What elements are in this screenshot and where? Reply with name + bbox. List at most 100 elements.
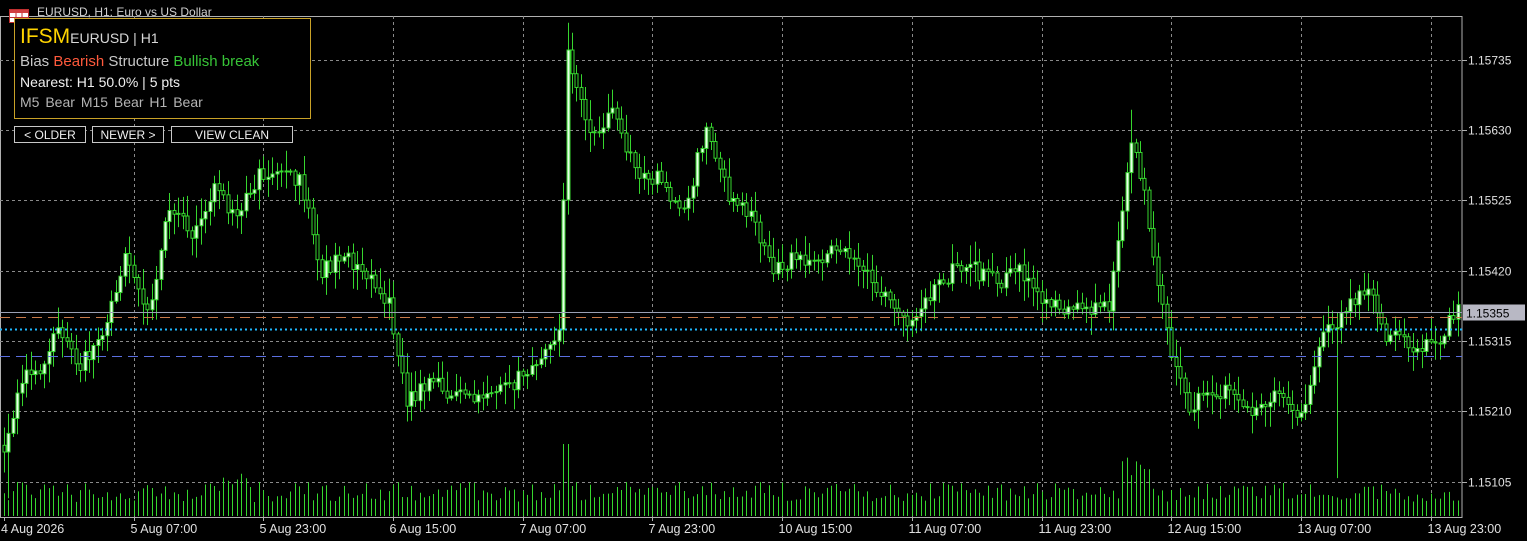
candle-body <box>1138 151 1143 179</box>
candle-body <box>825 253 830 264</box>
candle-body <box>1218 396 1223 400</box>
candle-body <box>1129 142 1134 174</box>
y-tick-label: 1.15315 <box>1468 335 1512 349</box>
candle-body <box>123 253 128 277</box>
candle-body <box>208 201 213 212</box>
candle-body <box>387 297 392 304</box>
candle-body <box>583 98 588 121</box>
candle-body <box>615 107 620 120</box>
candle-body <box>834 245 839 251</box>
candle-body <box>400 355 405 374</box>
nearest-level: Nearest: H1 50.0% | 5 pts <box>20 74 181 90</box>
window-title: EURUSD, H1: Euro vs US Dollar <box>37 5 212 19</box>
candle-body <box>516 370 521 391</box>
candle-body <box>673 200 678 203</box>
candle-body <box>964 266 969 272</box>
candle-body <box>1259 403 1264 409</box>
candle-body <box>297 174 302 186</box>
candle-body <box>244 192 249 212</box>
candle-body <box>727 176 732 202</box>
candle-body <box>74 348 79 365</box>
candle-body <box>642 172 647 179</box>
candle-body <box>928 297 933 302</box>
candle-body <box>409 391 414 407</box>
candle-body <box>163 221 168 251</box>
candle-body <box>382 293 387 304</box>
candle-body <box>454 391 459 397</box>
candle-body <box>293 170 298 186</box>
candle-body <box>601 127 606 134</box>
candle-body <box>485 393 490 399</box>
candle-body <box>458 389 463 393</box>
candle-body <box>1438 342 1443 345</box>
x-tick-label: 13 Aug 23:00 <box>1428 522 1502 536</box>
candle-body <box>539 358 544 366</box>
candle-body <box>261 168 266 180</box>
candle-body <box>812 259 817 262</box>
candle-body <box>977 261 982 282</box>
candle-body <box>682 207 687 210</box>
candle-body <box>114 292 119 302</box>
candle-body <box>1348 298 1353 313</box>
candle-body <box>176 212 181 215</box>
candle-body <box>1232 389 1237 395</box>
candle-body <box>1169 327 1174 358</box>
candle-body <box>574 73 579 88</box>
candle-body <box>1281 392 1286 398</box>
candle-body <box>288 170 293 173</box>
candle-body <box>959 265 964 272</box>
candle-body <box>704 126 709 149</box>
candle-body <box>239 210 244 217</box>
candle-body <box>718 157 723 170</box>
bias-value: Bearish <box>53 53 105 70</box>
candle-body <box>472 393 477 403</box>
candle-body <box>905 315 910 327</box>
candle-body <box>306 199 311 209</box>
x-tick-label: 5 Aug 23:00 <box>260 522 327 536</box>
newer-button[interactable]: NEWER > <box>92 126 164 143</box>
structure-value: Bullish break <box>173 53 260 70</box>
candle-body <box>252 189 257 194</box>
candle-body <box>51 333 56 353</box>
candle-body <box>1245 406 1250 409</box>
x-tick-label: 13 Aug 07:00 <box>1298 522 1372 536</box>
candle-body <box>700 147 705 154</box>
candle-body <box>664 182 669 188</box>
candle-body <box>373 274 378 289</box>
candle-body <box>118 275 123 294</box>
older-button[interactable]: < OLDER <box>14 126 86 143</box>
tf-h1: H1 Bear <box>149 94 203 110</box>
candle-body <box>181 212 186 217</box>
candle-body <box>1384 323 1389 343</box>
candle-body <box>1187 392 1192 413</box>
view-clean-button[interactable]: VIEW CLEAN <box>171 126 293 143</box>
candle-body <box>1254 407 1259 416</box>
candle-body <box>1125 172 1130 212</box>
tf-m5: M5 Bear <box>20 94 75 110</box>
candle-body <box>275 171 280 175</box>
candle-body <box>910 319 915 327</box>
candle-body <box>11 417 16 434</box>
candle-body <box>592 131 597 134</box>
candle-body <box>870 269 875 284</box>
candle-body <box>226 194 231 214</box>
candle-body <box>1295 409 1300 418</box>
panel-header: IFSMEURUSD | H1 <box>20 25 159 49</box>
candle-body <box>221 190 226 196</box>
x-tick-label: 11 Aug 23:00 <box>1039 522 1112 536</box>
x-tick-label: 6 Aug 15:00 <box>390 522 457 536</box>
candle-body <box>709 126 714 143</box>
candle-body <box>1379 312 1384 325</box>
candle-body <box>941 279 946 284</box>
candle-body <box>159 249 164 280</box>
candle-body <box>1057 299 1062 310</box>
candle-body <box>1098 302 1103 308</box>
candle-body <box>1272 390 1277 403</box>
candle-body <box>445 390 450 399</box>
candle-body <box>534 364 539 367</box>
candle-body <box>6 432 11 453</box>
candle-body <box>883 291 888 297</box>
candle-body <box>776 261 781 275</box>
x-tick-label: 12 Aug 15:00 <box>1168 522 1242 536</box>
candle-body <box>440 377 445 392</box>
